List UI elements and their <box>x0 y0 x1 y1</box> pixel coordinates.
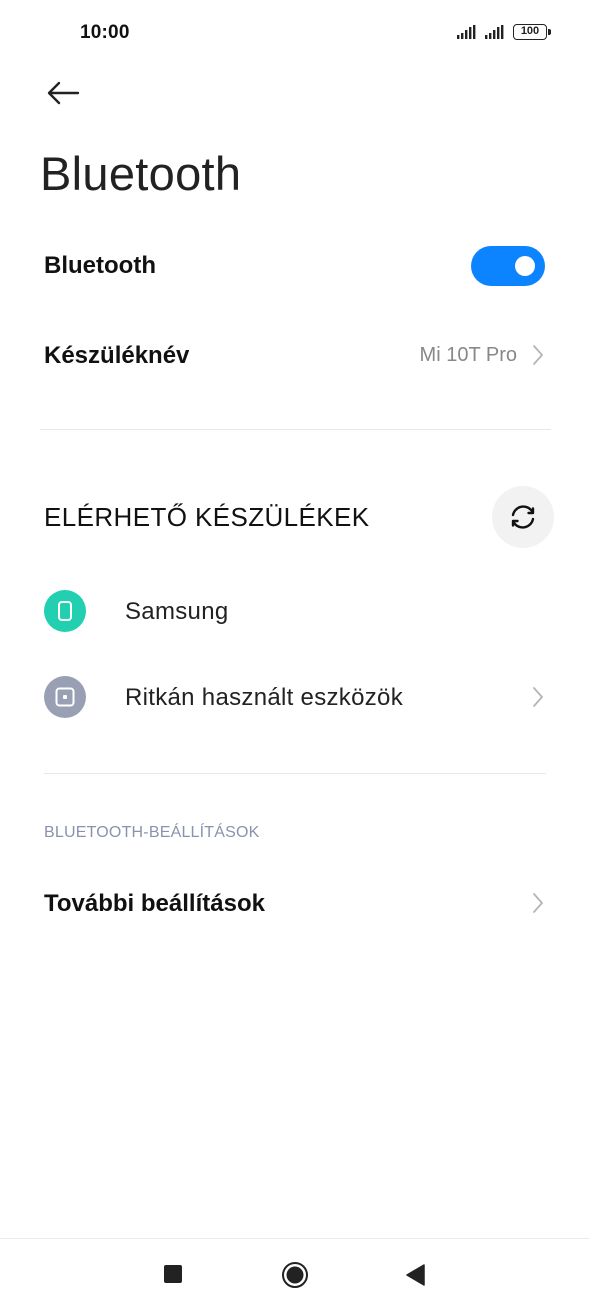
divider <box>40 429 551 430</box>
signal-icon <box>457 25 476 39</box>
status-time: 10:00 <box>80 22 130 43</box>
bluetooth-toggle-row[interactable]: Bluetooth <box>0 236 589 296</box>
device-label-rarely-used: Ritkán használt eszközök <box>125 684 403 711</box>
divider <box>44 773 546 774</box>
device-box-icon <box>44 676 86 718</box>
toggle-knob <box>515 256 535 276</box>
status-bar: 10:00 100 <box>0 0 589 66</box>
bluetooth-settings-heading: BLUETOOTH-BEÁLLÍTÁSOK <box>44 824 260 841</box>
back-button[interactable] <box>40 74 86 112</box>
chevron-right-icon <box>533 893 543 913</box>
available-devices-heading: ELÉRHETŐ KÉSZÜLÉKEK <box>44 502 370 532</box>
device-name-label: Készüléknév <box>44 342 190 369</box>
screen: 10:00 100 Bluetooth Bluetooth Készülékné… <box>0 0 589 1309</box>
device-label-samsung: Samsung <box>125 598 229 625</box>
battery-level: 100 <box>513 24 547 40</box>
square-icon[interactable] <box>164 1265 182 1283</box>
list-item-samsung[interactable]: Samsung <box>0 580 589 642</box>
device-name-value: Mi 10T Pro <box>419 344 517 366</box>
device-name-row[interactable]: Készüléknév Mi 10T Pro <box>0 322 589 386</box>
signal-icon-2 <box>485 25 504 39</box>
arrow-left-icon <box>47 81 80 105</box>
page-title: Bluetooth <box>40 147 242 200</box>
chevron-right-icon <box>533 687 543 707</box>
phone-icon <box>44 590 86 632</box>
more-settings-row[interactable]: További beállítások <box>0 872 589 936</box>
navigation-bar <box>0 1238 589 1309</box>
status-icons: 100 <box>457 24 551 40</box>
more-settings-label: További beállítások <box>44 890 265 917</box>
bluetooth-label: Bluetooth <box>44 252 156 279</box>
refresh-icon <box>511 505 535 529</box>
battery-icon: 100 <box>513 24 551 40</box>
list-item-rarely-used[interactable]: Ritkán használt eszközök <box>0 666 589 728</box>
circle-icon[interactable] <box>281 1261 309 1289</box>
triangle-back-icon[interactable] <box>404 1263 426 1287</box>
refresh-button[interactable] <box>492 486 554 548</box>
chevron-right-icon <box>533 345 543 365</box>
bluetooth-toggle[interactable] <box>471 246 545 286</box>
